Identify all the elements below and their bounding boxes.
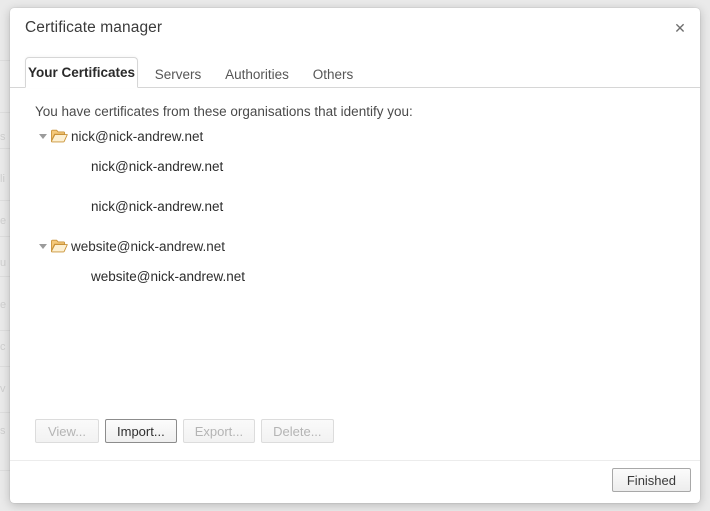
certificates-description: You have certificates from these organis… [35,104,413,119]
export-button: Export... [182,419,256,443]
backdrop-rule [0,330,10,331]
dialog-title: Certificate manager [25,19,163,36]
tree-child-label: website@nick-andrew.net [91,268,246,284]
tree-child-row[interactable]: nick@nick-andrew.net [35,156,675,176]
certificate-action-buttons: View... Import... Export... Delete... [35,419,334,443]
chevron-down-icon[interactable] [35,238,51,254]
backdrop-rule [0,112,10,113]
tab-servers[interactable]: Servers [146,61,210,88]
tree-child-row[interactable]: website@nick-andrew.net [35,266,675,286]
tree-parent-row[interactable]: website@nick-andrew.net [35,236,675,256]
tab-authorities[interactable]: Authorities [218,61,296,88]
tab-strip: Your Certificates Servers Authorities Other… [10,55,700,88]
certificate-tree: nick@nick-andrew.net nick@nick-andrew.net… [35,126,675,306]
footer-divider [10,460,700,461]
backdrop-rule [0,412,10,413]
close-icon[interactable]: ✕ [666,14,694,42]
tree-child-label: nick@nick-andrew.net [91,198,224,214]
delete-button: Delete... [261,419,334,443]
view-button: View... [35,419,99,443]
backdrop-rule [0,470,10,471]
tree-child-label: nick@nick-andrew.net [91,158,224,174]
tree-parent-label: nick@nick-andrew.net [71,128,204,144]
backdrop-rule [0,60,10,61]
backdrop-rule [0,366,10,367]
certificate-group: website@nick-andrew.net website@nick-andr… [35,236,675,286]
certificate-manager-dialog: Certificate manager ✕ Your Certificates S… [10,8,700,503]
backdrop-rule [0,200,10,201]
backdrop-rule [0,276,10,277]
tab-your-certificates[interactable]: Your Certificates [25,57,138,88]
import-button[interactable]: Import... [105,419,177,443]
folder-icon [51,129,68,143]
chevron-down-icon[interactable] [35,128,51,144]
folder-icon [51,239,68,253]
tree-child-row[interactable]: nick@nick-andrew.net [35,196,675,216]
finished-button[interactable]: Finished [611,468,691,492]
backdrop-rule [0,236,10,237]
tab-others[interactable]: Others [304,61,362,88]
certificate-group: nick@nick-andrew.net nick@nick-andrew.net… [35,126,675,216]
tree-parent-row[interactable]: nick@nick-andrew.net [35,126,675,146]
tree-parent-label: website@nick-andrew.net [71,238,226,254]
backdrop-rule [0,148,10,149]
